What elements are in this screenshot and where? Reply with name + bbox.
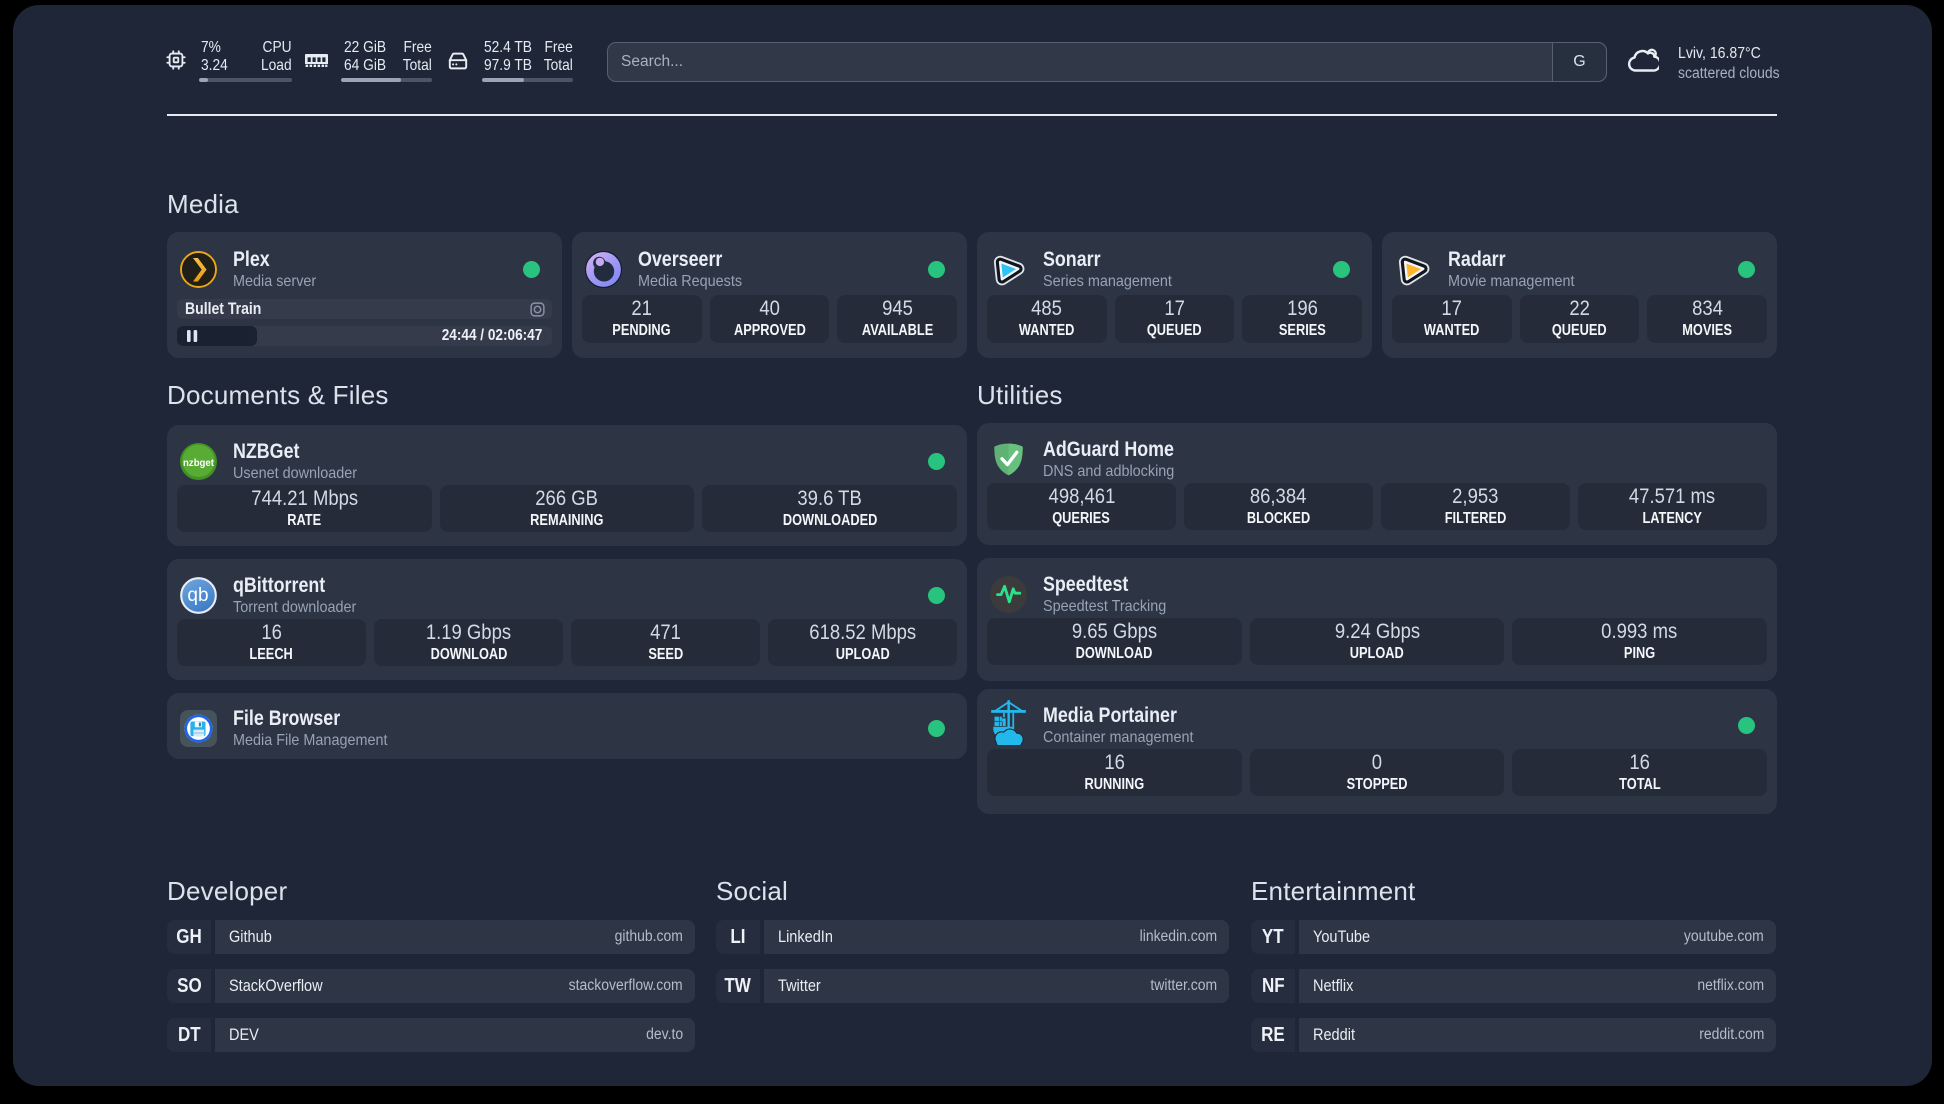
svg-text:qb: qb [187,585,208,606]
svg-text:nzbget: nzbget [183,457,215,468]
